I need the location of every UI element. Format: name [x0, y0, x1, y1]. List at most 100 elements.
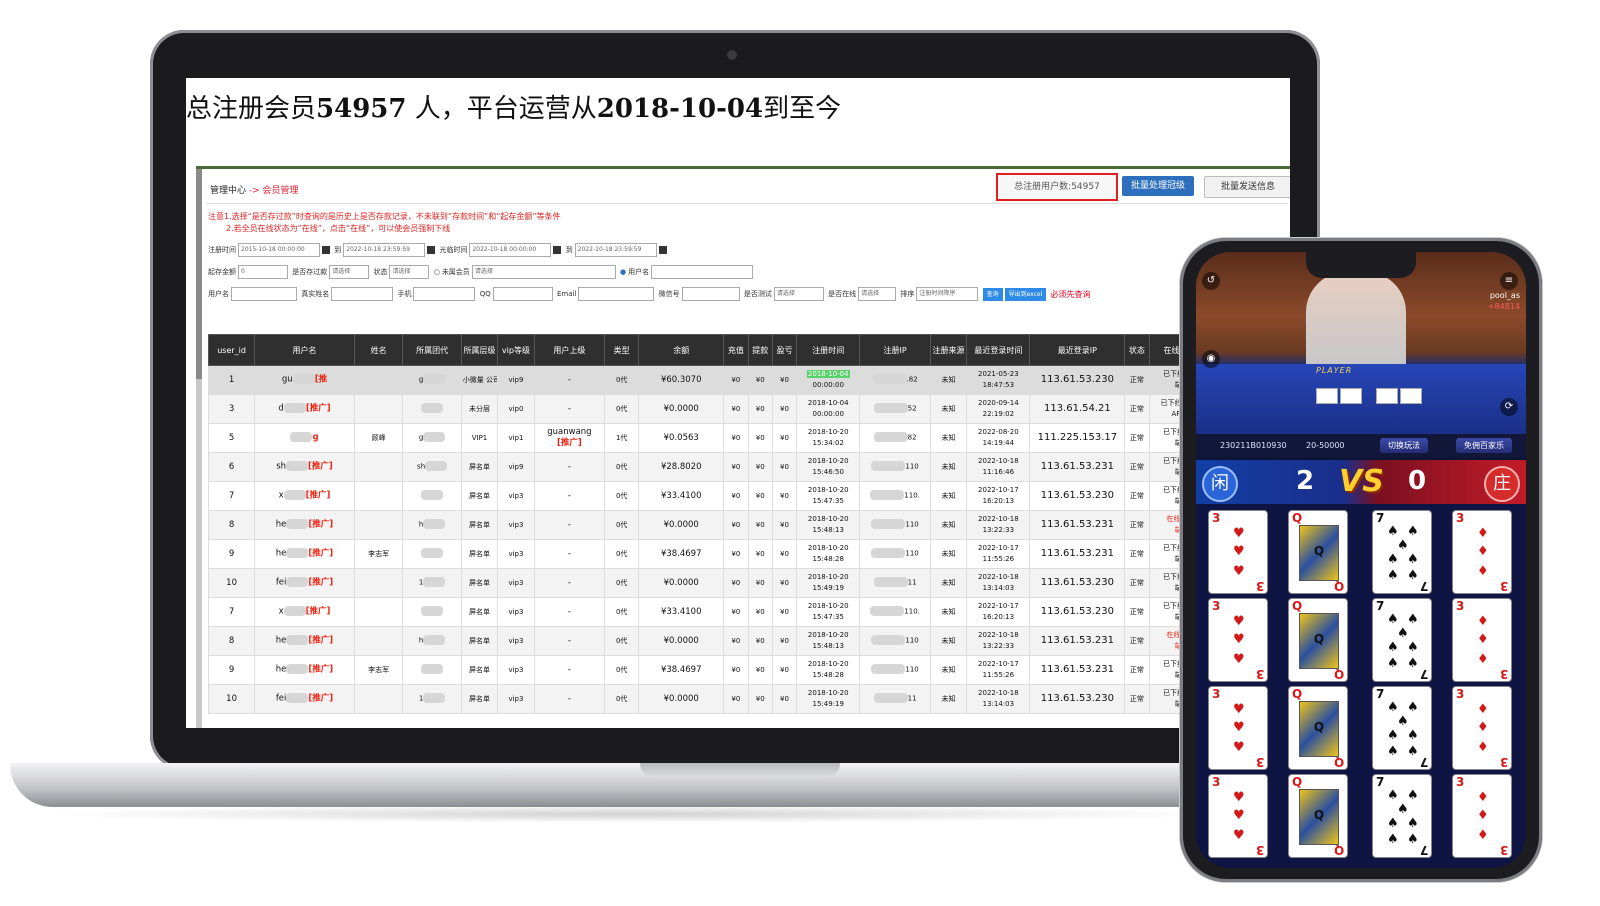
diamond-suit-icon: ♦ — [1477, 702, 1489, 717]
column-header[interactable]: 注册时间 — [796, 334, 861, 366]
phone-input[interactable] — [413, 287, 476, 301]
username[interactable]: he — [276, 636, 287, 646]
username[interactable]: he — [276, 520, 287, 530]
last-login-ip: 113.61.53.230 — [1040, 606, 1114, 617]
scroll-thumb[interactable] — [196, 169, 202, 379]
unassigned-select[interactable]: 请选择 — [471, 265, 616, 279]
qq-input[interactable] — [492, 287, 553, 301]
last-login-date: 2022-10-17 — [978, 602, 1019, 610]
wechat-input[interactable] — [681, 287, 740, 301]
username[interactable]: sh — [276, 462, 286, 472]
calendar-icon[interactable] — [427, 246, 436, 254]
calendar-icon[interactable] — [658, 246, 667, 254]
table-cell: 113.61.53.231 — [1029, 452, 1126, 482]
promo-tag: [推 — [314, 374, 328, 385]
column-header[interactable]: 盈亏 — [771, 334, 798, 366]
table-row[interactable]: 1 gu [推 g小微量 公司部 vip9 - 0代 ¥60.3070 ¥0 ¥0 ¥0 2018-1… — [207, 365, 1290, 395]
column-header[interactable]: 姓名 — [353, 334, 404, 366]
visit-to-input[interactable]: 2022-10-18 23:59:59 — [574, 243, 657, 257]
user-radio[interactable]: ● — [620, 268, 626, 276]
calendar-icon[interactable] — [322, 246, 330, 254]
redacted-block — [423, 519, 446, 530]
back-icon[interactable]: ↺ — [1202, 272, 1220, 290]
table-cell: ¥0 — [723, 684, 749, 714]
table-cell: 1代 — [604, 423, 640, 453]
reg-from-input[interactable]: 2015-10-18 00:00:00 — [238, 243, 320, 257]
visit-from-input[interactable]: 2022-10-18 00:00:00 — [469, 243, 552, 257]
column-header[interactable]: 余额 — [638, 334, 725, 366]
laptop-base — [10, 763, 1240, 807]
deposited-select[interactable]: 请选择 — [329, 265, 370, 279]
username[interactable]: he — [276, 549, 287, 559]
heart-suit-icon: ♥ — [1233, 564, 1245, 579]
reg-source: 未知 — [941, 578, 956, 587]
refresh-icon[interactable]: ⟳ — [1500, 398, 1518, 416]
table-cell: 0代 — [604, 365, 640, 395]
account-status: 正常 — [1129, 404, 1144, 413]
calendar-icon[interactable] — [553, 246, 562, 254]
start-amount-input[interactable]: 0 — [238, 265, 288, 279]
reg-to-input[interactable]: 2022-10-18 23:59:59 — [343, 243, 426, 257]
switch-mode-button[interactable]: 切换玩法 — [1380, 438, 1428, 453]
column-header[interactable]: 最近登录IP — [1029, 334, 1126, 366]
batch-send-button[interactable]: 批量发送信息 — [1204, 176, 1290, 198]
column-header[interactable]: 所属团代 — [402, 334, 462, 366]
table-row[interactable]: 7 x [推广] 屏名单 vip3 - 0代 ¥33.4100 ¥0 ¥0 ¥0 2018-10-20… — [207, 481, 1290, 511]
column-header[interactable]: 充值 — [723, 334, 749, 366]
vip-level: vip9 — [508, 375, 524, 384]
table-row[interactable]: 9 he [推广] 李志军 屏名单 vip3 - 0代 ¥38.4697 ¥0 ¥0 ¥0 2018-1… — [207, 539, 1290, 569]
table-cell: 未知 — [929, 365, 968, 395]
panel-scrollbar[interactable] — [196, 169, 202, 728]
query-button[interactable]: 查询 — [982, 287, 1003, 301]
username[interactable]: x — [279, 491, 284, 501]
username[interactable]: gu — [282, 375, 293, 385]
status-select[interactable]: 请选择 — [389, 265, 430, 279]
table-row[interactable]: 8 he [推广] h 屏名单 vip3 - 0代 ¥0.0000 ¥0 ¥0 ¥0 2018-10-2… — [207, 510, 1290, 540]
sort-select[interactable]: 注册时间降序 — [916, 287, 979, 301]
table-cell: 113.61.53.230 — [1029, 597, 1126, 627]
table-row[interactable]: 8 he [推广] h 屏名单 vip3 - 0代 ¥0.0000 ¥0 ¥0 ¥0 2018-10-2… — [207, 626, 1290, 656]
column-header[interactable]: vip等级 — [497, 334, 535, 366]
batch-process-button[interactable]: 批量处理冠级 — [1122, 176, 1194, 196]
column-header[interactable]: 用户名 — [254, 334, 355, 366]
no-commission-button[interactable]: 免佣百家乐 — [1456, 438, 1512, 453]
table-row[interactable]: 10 fei [推广] 1 屏名单 vip3 - 0代 ¥0.0000 ¥0 ¥0 ¥0 2018-10… — [207, 684, 1290, 714]
realname-input[interactable] — [331, 287, 394, 301]
username[interactable]: fei — [276, 694, 287, 704]
table-row[interactable]: 7 x [推广] 屏名单 vip3 - 0代 ¥33.4100 ¥0 ¥0 ¥0 2018-10-20… — [207, 597, 1290, 627]
table-cell: - — [533, 394, 606, 424]
column-header[interactable]: user_id — [207, 334, 256, 366]
table-row[interactable]: 5 g 顾峰 g VIP1 vip1 guanwang [推广] 1代 ¥0.0563 ¥0 ¥0 ¥0… — [207, 423, 1290, 453]
sound-icon[interactable]: ◉ — [1202, 350, 1220, 368]
member-type: 0代 — [615, 636, 628, 645]
username[interactable]: he — [276, 665, 287, 675]
email-input[interactable] — [578, 287, 655, 301]
column-header[interactable]: 提款 — [747, 334, 773, 366]
table-cell — [402, 539, 462, 569]
username[interactable]: x — [279, 607, 284, 617]
user-search-input[interactable] — [651, 265, 754, 279]
table-row[interactable]: 10 fei [推广] 1 屏名单 vip3 - 0代 ¥0.0000 ¥0 ¥0 ¥0 2018-10… — [207, 568, 1290, 598]
column-header[interactable]: 注册来源 — [929, 334, 968, 366]
column-header[interactable]: 状态 — [1124, 334, 1150, 366]
column-header[interactable]: 所属层级 — [460, 334, 499, 366]
unassigned-radio[interactable]: ○ — [434, 268, 440, 276]
last-login-date: 2022-10-17 — [978, 486, 1019, 494]
note-line-2: 2.若全员在线状态为“在线”，点击“在线”，可以使会员强制下线 — [226, 224, 451, 233]
export-excel-button[interactable]: 导出到excel — [1004, 287, 1047, 301]
heart-suit-icon: ♥ — [1233, 526, 1245, 541]
username[interactable]: fei — [276, 578, 287, 588]
test-select[interactable]: 请选择 — [773, 287, 824, 301]
column-header[interactable]: 类型 — [604, 334, 640, 366]
table-row[interactable]: 6 sh [推广] sh 屏名单 vip9 - 0代 ¥28.8020 ¥0 ¥0 ¥0 2018-10… — [207, 452, 1290, 482]
table-row[interactable]: 3 d [推广] 未分层 vip0 - 0代 ¥0.0000 ¥0 ¥0 ¥0 2018-10-04 0… — [207, 394, 1290, 424]
online-select[interactable]: 请选择 — [858, 287, 897, 301]
redacted-block — [871, 461, 906, 472]
username-input[interactable] — [231, 287, 297, 301]
column-header[interactable]: 最近登录时间 — [966, 334, 1031, 366]
column-header[interactable]: 注册IP — [859, 334, 931, 366]
menu-icon[interactable]: ≡ — [1500, 272, 1518, 290]
table-row[interactable]: 9 he [推广] 李志军 屏名单 vip3 - 0代 ¥38.4697 ¥0 ¥0 ¥0 2018-1… — [207, 655, 1290, 685]
breadcrumb-root[interactable]: 管理中心 — [210, 186, 246, 196]
column-header[interactable]: 用户上级 — [533, 334, 606, 366]
